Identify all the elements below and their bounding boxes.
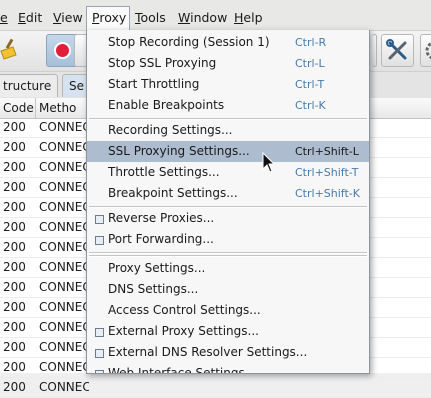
menu-item-shortcut: Ctrl+Shift-T (295, 166, 359, 179)
menu-item-label: DNS Settings... (108, 282, 199, 296)
cell-code: 200 (3, 300, 26, 314)
menu-item-label: Port Forwarding... (108, 232, 214, 246)
menu-item-shortcut: Ctrl+Shift-L (295, 145, 359, 158)
menu-item-label: Breakpoint Settings... (108, 186, 238, 200)
checkbox-icon (95, 349, 104, 358)
checkbox-icon (95, 328, 104, 337)
cell-method: CONNEC (39, 200, 89, 214)
checkbox-icon (95, 370, 104, 373)
cell-code: 200 (3, 120, 26, 134)
menu-item-start-throttling[interactable]: Start Throttling Ctrl-T (87, 74, 369, 95)
menu-proxy[interactable]: Proxy (92, 10, 126, 25)
cell-method: CONNEC (39, 320, 89, 334)
cell-code: 200 (3, 360, 26, 374)
checkbox-icon (95, 215, 104, 224)
menu-view[interactable]: View (53, 10, 83, 25)
menu-item-label: External DNS Resolver Settings... (108, 345, 308, 359)
menu-item-label: Start Throttling (108, 77, 200, 91)
cell-code: 200 (3, 140, 26, 154)
menu-item-port-forwarding[interactable]: Port Forwarding... (87, 229, 369, 250)
menu-item-proxy-settings[interactable]: Proxy Settings... (87, 258, 369, 279)
cell-method: CONNEC (39, 180, 89, 194)
cell-code: 200 (3, 200, 26, 214)
menu-item-label: Proxy Settings... (108, 261, 206, 275)
tab-structure[interactable]: tructure (0, 74, 59, 97)
broom-icon[interactable] (0, 38, 20, 64)
menu-item-label: Recording Settings... (108, 123, 233, 137)
cell-method: CONNEC (39, 360, 89, 374)
cell-method: CONNEC (39, 140, 89, 154)
menu-item-label: Stop SSL Proxying (108, 56, 217, 70)
menu-item-stop-ssl-proxying[interactable]: Stop SSL Proxying Ctrl-L (87, 53, 369, 74)
gear-icon (425, 41, 431, 60)
menu-item-enable-breakpoints[interactable]: Enable Breakpoints Ctrl-K (87, 95, 369, 116)
menu-item-web-interface-settings[interactable]: Web Interface Settings... (87, 363, 369, 373)
menu-item-label: Throttle Settings... (108, 165, 220, 179)
menu-item-external-proxy-settings[interactable]: External Proxy Settings... (87, 321, 369, 342)
menu-item-shortcut: Ctrl-K (295, 99, 326, 112)
cell-code: 200 (3, 180, 26, 194)
cell-method: CONNEC (39, 120, 89, 134)
cell-code: 200 (3, 280, 26, 294)
menu-item-external-dns-resolver-settings[interactable]: External DNS Resolver Settings... (87, 342, 369, 363)
menu-item-stop-recording[interactable]: Stop Recording (Session 1) Ctrl-R (87, 32, 369, 53)
cell-code: 200 (3, 380, 26, 394)
menu-item-reverse-proxies[interactable]: Reverse Proxies... (87, 208, 369, 229)
menu-item-label: Enable Breakpoints (108, 98, 225, 112)
cell-code: 200 (3, 240, 26, 254)
menu-item-throttle-settings[interactable]: Throttle Settings... Ctrl+Shift-T (87, 162, 369, 183)
column-header-code[interactable]: Code (0, 98, 36, 118)
cell-code: 200 (3, 220, 26, 234)
proxy-menu: Stop Recording (Session 1) Ctrl-R Stop S… (86, 30, 370, 374)
menu-tools[interactable]: Tools (135, 10, 166, 25)
menu-item-dns-settings[interactable]: DNS Settings... (87, 279, 369, 300)
menu-separator (89, 252, 367, 254)
cell-code: 200 (3, 340, 26, 354)
menu-item-recording-settings[interactable]: Recording Settings... (87, 120, 369, 141)
menu-item-label: Access Control Settings... (108, 303, 261, 317)
settings-button[interactable] (420, 34, 431, 67)
menu-item-label: Stop Recording (Session 1) (108, 35, 270, 49)
menu-item-label: SSL Proxying Settings... (108, 144, 250, 158)
menu-edit[interactable]: Edit (18, 10, 42, 25)
cell-code: 200 (3, 160, 26, 174)
menu-item-label: Reverse Proxies... (108, 211, 215, 225)
menu-item-shortcut: Ctrl-L (295, 57, 325, 70)
menu-item-shortcut: Ctrl-R (295, 36, 327, 49)
cell-code: 200 (3, 260, 26, 274)
menu-item-ssl-proxying-settings[interactable]: SSL Proxying Settings... Ctrl+Shift-L (87, 141, 369, 162)
cell-method: CONNEC (39, 160, 89, 174)
cell-method: CONNEC (39, 380, 89, 394)
menu-item-shortcut: Ctrl+Shift-K (295, 187, 360, 200)
menu-item-label: External Proxy Settings... (108, 324, 259, 338)
toolbar-button-partial-right[interactable] (372, 34, 377, 67)
cell-method: CONNEC (39, 220, 89, 234)
menu-separator (89, 255, 367, 257)
cell-method: CONNEC (39, 300, 89, 314)
menu-item-shortcut: Ctrl-T (295, 78, 325, 91)
menu-window[interactable]: Window (178, 10, 227, 25)
cell-method: CONNEC (39, 280, 89, 294)
tools-icon (386, 39, 407, 60)
cell-method: CONNEC (39, 260, 89, 274)
tools-button[interactable] (381, 34, 414, 67)
menu-file[interactable]: e (0, 10, 8, 25)
menu-item-breakpoint-settings[interactable]: Breakpoint Settings... Ctrl+Shift-K (87, 183, 369, 204)
menu-help[interactable]: Help (234, 10, 263, 25)
table-row[interactable]: 200 CONNEC (0, 378, 431, 398)
menu-bar: e Edit View Proxy Tools Window Help (0, 0, 431, 31)
cell-method: CONNEC (39, 240, 89, 254)
cell-code: 200 (3, 320, 26, 334)
cell-method: CONNEC (39, 340, 89, 354)
checkbox-icon (95, 236, 104, 245)
mouse-pointer-icon (262, 151, 276, 177)
menu-item-access-control-settings[interactable]: Access Control Settings... (87, 300, 369, 321)
